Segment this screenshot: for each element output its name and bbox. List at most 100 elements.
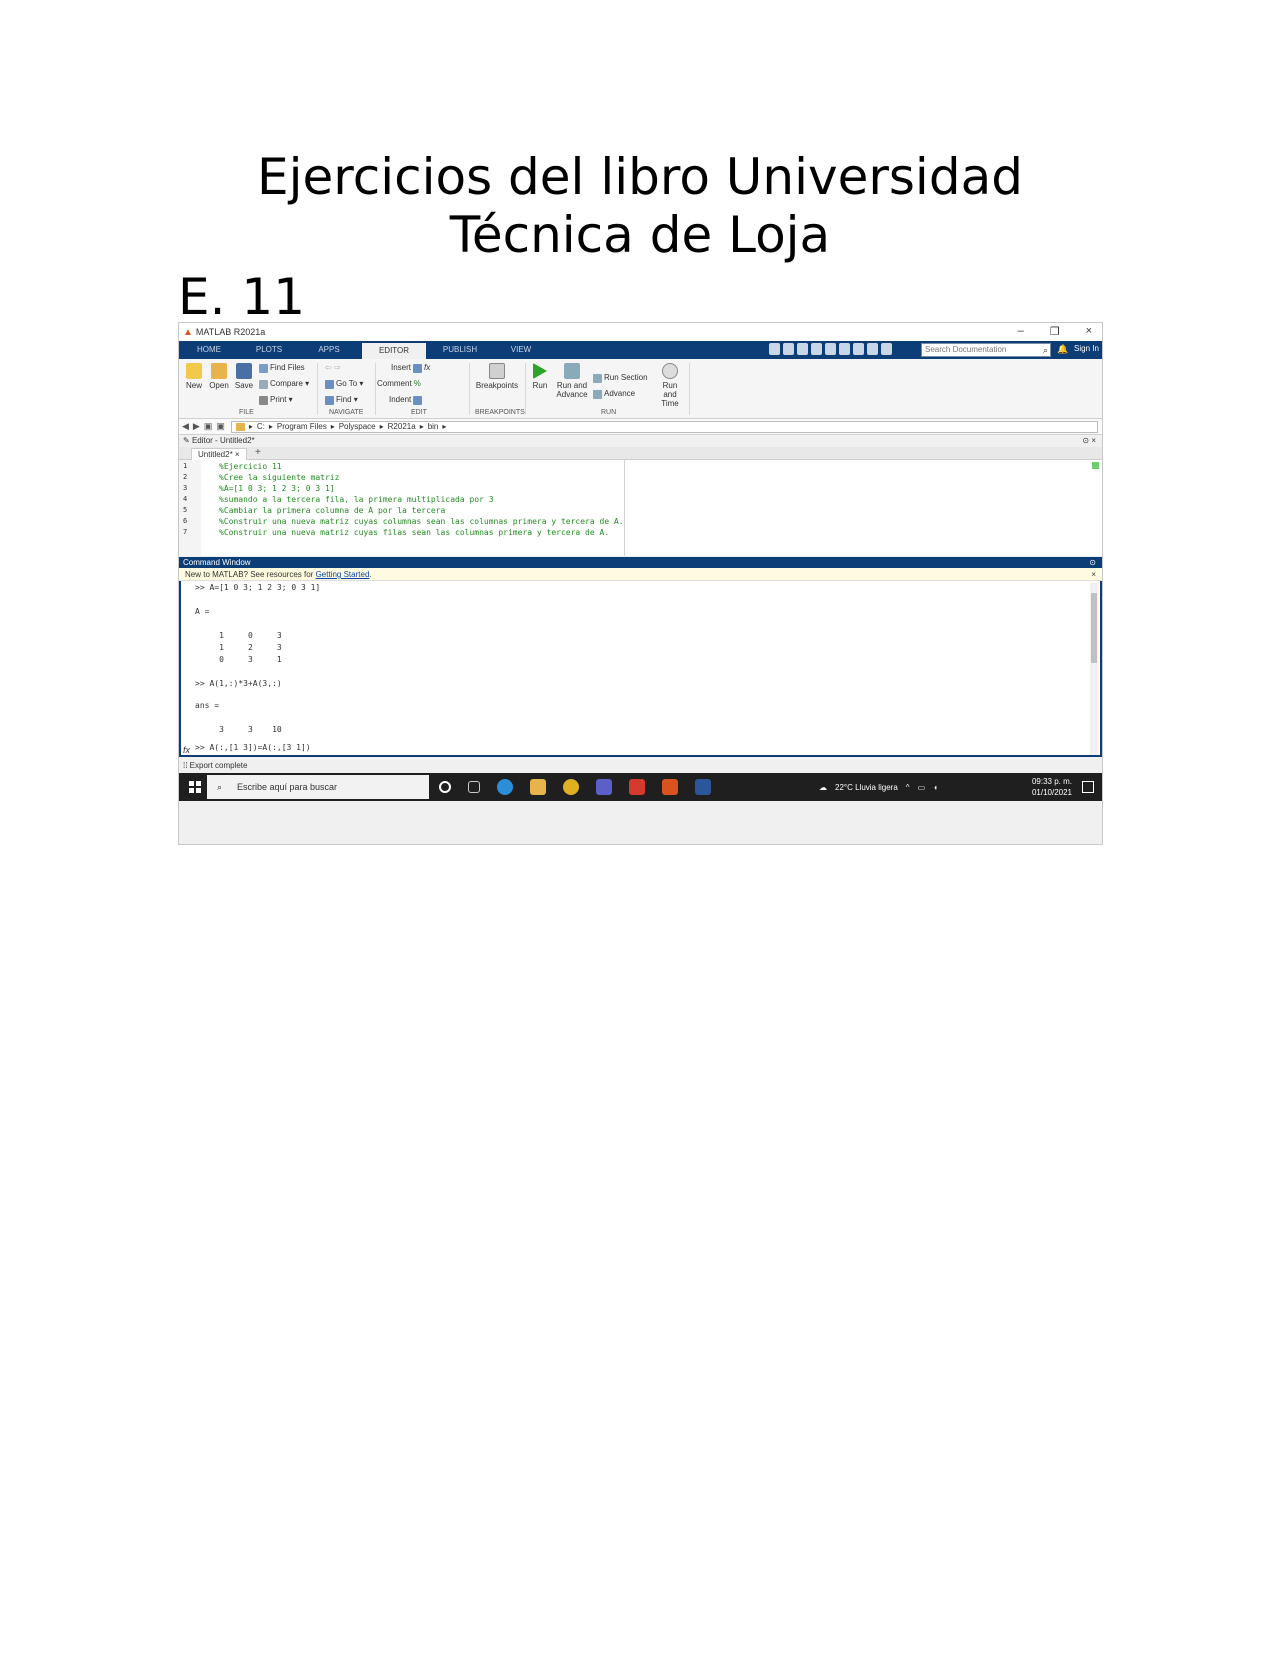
current-folder-bar: ◀ ▶ ▣ ▣ ▸ C: ▸ Program Files ▸ Polyspace ▸ R… — [179, 419, 1102, 435]
command-window[interactable]: >> A=[1 0 3; 1 2 3; 0 3 1] A = 1 0 3 1 2… — [179, 581, 1102, 757]
sign-in-link[interactable]: Sign In — [1074, 344, 1099, 353]
find-button[interactable]: Find ▾ — [325, 395, 358, 405]
window-titlebar: ▲ MATLAB R2021a – ❐ × — [179, 323, 1102, 341]
section-label-breakpoints: BREAKPOINTS — [475, 409, 525, 416]
switch-windows-icon[interactable] — [853, 343, 864, 355]
tab-close-icon[interactable]: × — [235, 450, 240, 459]
code-line[interactable]: %Construir una nueva matriz cuyas filas … — [219, 528, 609, 537]
find-files-button[interactable]: Find Files — [259, 363, 305, 373]
restore-button[interactable]: ❐ — [1050, 325, 1060, 338]
tab-plots[interactable]: PLOTS — [239, 341, 299, 359]
section-label-edit: EDIT — [411, 409, 427, 416]
volume-icon[interactable]: ◖ — [933, 783, 938, 792]
help-icon[interactable] — [867, 343, 878, 355]
editor-tab-untitled2[interactable]: Untitled2* × — [191, 448, 247, 460]
minimize-button[interactable]: – — [1018, 325, 1024, 338]
advance-button[interactable]: Advance — [593, 389, 635, 399]
notification-bell-icon[interactable]: 🔔 — [1057, 344, 1068, 355]
word-icon[interactable] — [695, 779, 711, 795]
indent-button[interactable]: Indent — [389, 395, 423, 405]
acrobat-icon[interactable] — [629, 779, 645, 795]
getting-started-link[interactable]: Getting Started — [316, 570, 370, 579]
document-title: Ejercicios del libro Universidad Técnica… — [257, 148, 1023, 264]
insert-button[interactable]: Insert fx — [391, 363, 430, 373]
breakpoints-button[interactable]: Breakpoints — [473, 363, 521, 390]
run-time-icon — [662, 363, 678, 379]
folder-icon — [235, 422, 245, 431]
go-to-icon — [325, 379, 334, 389]
matlab-taskbar-icon[interactable] — [662, 779, 678, 795]
weather-cloud-icon[interactable]: ☁ — [819, 783, 827, 792]
back-icon[interactable]: ◀ — [182, 421, 189, 432]
taskbar-clock[interactable]: 09:33 p. m. 01/10/2021 — [1032, 776, 1072, 798]
run-play-icon — [533, 363, 547, 379]
code-editor[interactable]: 1 2 3 4 5 6 7 %Ejercicio 11 %Cree la sig… — [179, 460, 1102, 556]
matlab-logo-icon: ▲ — [183, 326, 193, 338]
banner-close-icon[interactable]: × — [1091, 568, 1096, 581]
undo-icon[interactable] — [825, 343, 836, 355]
open-button[interactable]: Open — [207, 363, 231, 390]
tray-chevron-icon[interactable]: ^ — [906, 783, 910, 792]
edge-icon[interactable] — [497, 779, 513, 795]
taskbar-search-input[interactable]: ⌕ Escribe aquí para buscar — [207, 775, 429, 799]
chrome-icon[interactable] — [563, 779, 579, 795]
tab-home[interactable]: HOME — [179, 341, 239, 359]
save-icon[interactable] — [769, 343, 780, 355]
teams-icon[interactable] — [596, 779, 612, 795]
find-files-icon — [259, 363, 268, 373]
code-line[interactable]: %sumando a la tercera fila, la primera m… — [219, 495, 494, 504]
section-label-run: RUN — [601, 409, 617, 416]
paste-icon[interactable] — [811, 343, 822, 355]
go-to-button[interactable]: Go To ▾ — [325, 379, 363, 389]
forward-icon[interactable]: ▶ — [193, 421, 200, 432]
command-window-options-icon[interactable]: ⊙ — [1089, 557, 1096, 568]
section-label-navigate: NAVIGATE — [329, 409, 364, 416]
code-line[interactable]: %A=[1 0 3; 1 2 3; 0 3 1] — [219, 484, 335, 493]
find-icon — [325, 395, 334, 405]
notifications-icon[interactable] — [1082, 781, 1094, 793]
path-breadcrumb[interactable]: ▸ C: ▸ Program Files ▸ Polyspace ▸ R2021a ▸ b… — [230, 420, 1098, 433]
search-documentation-input[interactable]: Search Documentation ⌕ — [921, 343, 1051, 357]
folder-up-icon[interactable]: ▣ — [204, 421, 213, 432]
new-button[interactable]: New — [183, 363, 205, 390]
editor-close-icon[interactable]: ⊙ × — [1082, 435, 1096, 447]
command-window-scrollbar[interactable] — [1090, 583, 1098, 755]
run-and-advance-button[interactable]: Run and Advance — [555, 363, 589, 399]
back-arrow-icon: ⇦ ⇨ — [325, 363, 341, 372]
back-forward-arrows[interactable]: ⇦ ⇨ — [325, 363, 341, 373]
cut-icon[interactable] — [783, 343, 794, 355]
search-icon: ⌕ — [217, 782, 223, 792]
run-and-time-button[interactable]: Run and Time — [655, 363, 685, 408]
print-button[interactable]: Print ▾ — [259, 395, 293, 405]
comment-button[interactable]: Comment % — [377, 379, 421, 389]
insert-icon — [413, 363, 423, 373]
tab-apps[interactable]: APPS — [299, 341, 359, 359]
code-line[interactable]: %Construir una nueva matriz cuyas column… — [219, 517, 624, 526]
save-button[interactable]: Save — [233, 363, 255, 390]
close-button[interactable]: × — [1086, 325, 1092, 338]
status-bar: ⁞⁞ Export complete — [179, 759, 1102, 773]
community-icon[interactable] — [881, 343, 892, 355]
fx-prompt-icon: fx — [183, 745, 191, 755]
browse-folder-icon[interactable]: ▣ — [216, 421, 225, 432]
run-button[interactable]: Run — [529, 363, 551, 390]
code-line[interactable]: %Cree la siguiente matriz — [219, 473, 339, 482]
copy-icon[interactable] — [797, 343, 808, 355]
windows-start-icon[interactable] — [189, 781, 201, 793]
run-section-button[interactable]: Run Section — [593, 373, 648, 383]
network-icon[interactable]: ▭ — [918, 783, 926, 792]
redo-icon[interactable] — [839, 343, 850, 355]
file-explorer-icon[interactable] — [530, 779, 546, 795]
advance-icon — [593, 389, 602, 399]
tab-editor[interactable]: EDITOR — [362, 343, 426, 359]
tab-publish[interactable]: PUBLISH — [429, 341, 491, 359]
app-title: ▲ MATLAB R2021a — [183, 326, 266, 338]
cortana-icon[interactable] — [439, 781, 451, 793]
code-line[interactable]: %Cambiar la primera columna de A por la … — [219, 506, 445, 515]
section-label-file: FILE — [239, 409, 254, 416]
code-line[interactable]: %Ejercicio 11 — [219, 462, 282, 471]
tab-view[interactable]: VIEW — [491, 341, 551, 359]
compare-button[interactable]: Compare ▾ — [259, 379, 309, 389]
task-view-icon[interactable] — [468, 781, 480, 793]
new-tab-icon[interactable]: + — [255, 447, 261, 458]
